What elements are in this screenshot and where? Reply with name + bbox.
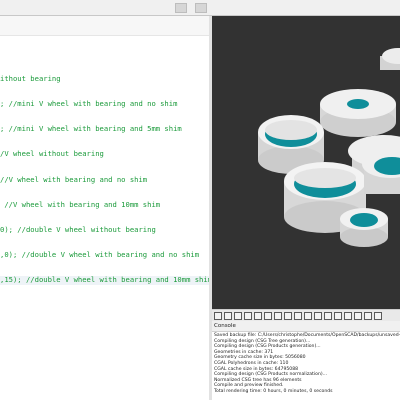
- code-line-active[interactable]: ,15); //double V wheel with bearing and …: [0, 276, 212, 285]
- view-button[interactable]: [334, 312, 342, 320]
- console-title: Console: [212, 321, 400, 331]
- render-scene: [258, 48, 400, 247]
- view-button[interactable]: [354, 312, 362, 320]
- code-line[interactable]: ithout bearing: [0, 74, 209, 83]
- top-toolbar: [0, 0, 400, 16]
- view-button[interactable]: [224, 312, 232, 320]
- wheel-model: [380, 48, 400, 70]
- wheel-model: [362, 150, 400, 194]
- view-button[interactable]: [314, 312, 322, 320]
- console-line: Saved backup file: C:/Users/christophe/D…: [214, 333, 400, 338]
- console-line: Total rendering time: 0 hours, 0 minutes…: [214, 388, 333, 394]
- view-button[interactable]: [254, 312, 262, 320]
- view-button[interactable]: [264, 312, 272, 320]
- view-button[interactable]: [374, 312, 382, 320]
- code-line[interactable]: //V wheel with bearing and no shim: [0, 175, 209, 184]
- code-lines[interactable]: ithout bearing ; //mini V wheel with bea…: [0, 58, 212, 293]
- code-line[interactable]: ; //mini V wheel with bearing and 5mm sh…: [0, 124, 209, 133]
- code-line[interactable]: ; //mini V wheel with bearing and no shi…: [0, 99, 209, 108]
- wheel-model: [320, 89, 396, 137]
- code-line[interactable]: /V wheel without bearing: [0, 150, 209, 159]
- code-line[interactable]: 0); //double V wheel without bearing: [0, 225, 209, 234]
- view-button[interactable]: [234, 312, 242, 320]
- editor-header: [0, 16, 209, 36]
- view-toolbar: [212, 309, 400, 321]
- toolbar-button[interactable]: [195, 3, 207, 13]
- console-output[interactable]: Saved backup file: C:/Users/christophe/D…: [212, 331, 400, 400]
- view-button[interactable]: [284, 312, 292, 320]
- view-button[interactable]: [324, 312, 332, 320]
- view-button[interactable]: [244, 312, 252, 320]
- wheel-model: [340, 208, 388, 247]
- code-line[interactable]: ,0); //double V wheel with bearing and n…: [0, 250, 209, 259]
- code-line[interactable]: //V wheel with bearing and 10mm shim: [0, 200, 209, 209]
- 3d-viewport[interactable]: [212, 16, 400, 309]
- view-button[interactable]: [214, 312, 222, 320]
- view-button[interactable]: [344, 312, 352, 320]
- view-button[interactable]: [364, 312, 372, 320]
- view-button[interactable]: [274, 312, 282, 320]
- view-button[interactable]: [294, 312, 302, 320]
- view-button[interactable]: [304, 312, 312, 320]
- toolbar-button[interactable]: [175, 3, 187, 13]
